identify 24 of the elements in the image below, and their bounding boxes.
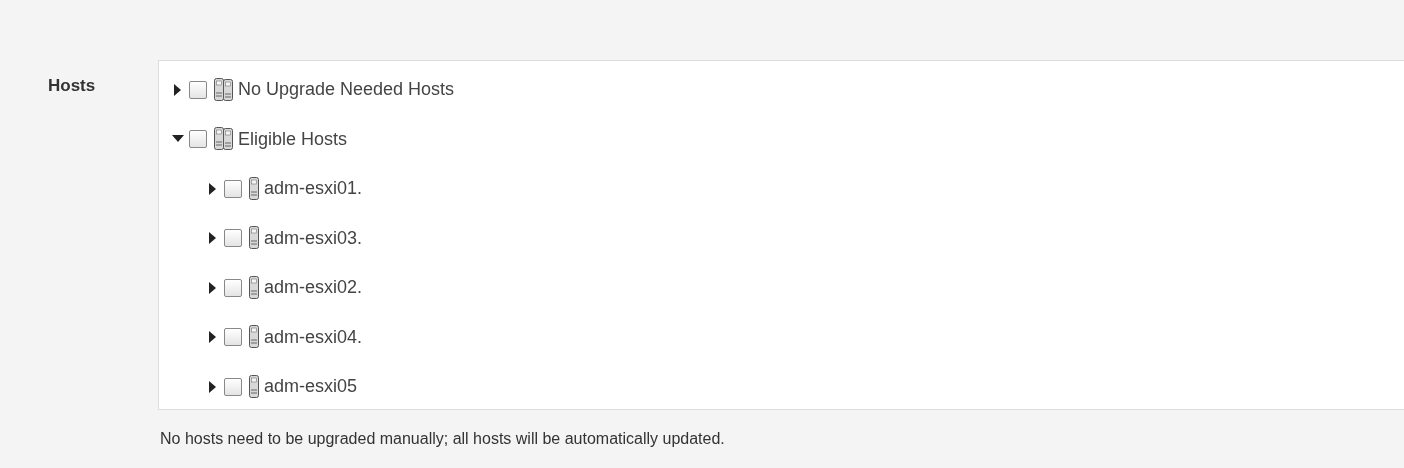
tree-item-label[interactable]: adm-esxi03. xyxy=(264,227,363,249)
help-text: No hosts need to be upgraded manually; all hosts will be automatically updated. xyxy=(159,429,726,448)
checkbox[interactable] xyxy=(224,377,242,396)
checkbox[interactable] xyxy=(224,278,242,297)
tree-item-label[interactable]: adm-esxi02. xyxy=(264,277,363,299)
server-cluster-icon xyxy=(214,127,234,152)
collapse-arrow-icon[interactable] xyxy=(171,135,185,144)
tree-item-label[interactable]: No Upgrade Needed Hosts xyxy=(238,79,455,101)
checkbox[interactable] xyxy=(224,328,242,347)
tree-item-label[interactable]: Eligible Hosts xyxy=(238,128,348,150)
checkbox[interactable] xyxy=(224,229,242,248)
checkbox[interactable] xyxy=(224,179,242,198)
checkbox[interactable] xyxy=(189,130,207,149)
server-icon xyxy=(249,226,260,251)
tree-item-label[interactable]: adm-esxi05 xyxy=(264,376,358,398)
checkbox[interactable] xyxy=(189,80,207,99)
server-icon xyxy=(249,325,260,350)
server-cluster-icon xyxy=(214,77,234,102)
tree-item-label[interactable]: adm-esxi01. xyxy=(264,178,363,200)
field-label: Hosts xyxy=(48,75,97,97)
server-icon xyxy=(249,275,260,300)
server-icon xyxy=(249,374,260,399)
tree-item-label[interactable]: adm-esxi04. xyxy=(264,326,363,348)
server-icon xyxy=(249,176,260,201)
